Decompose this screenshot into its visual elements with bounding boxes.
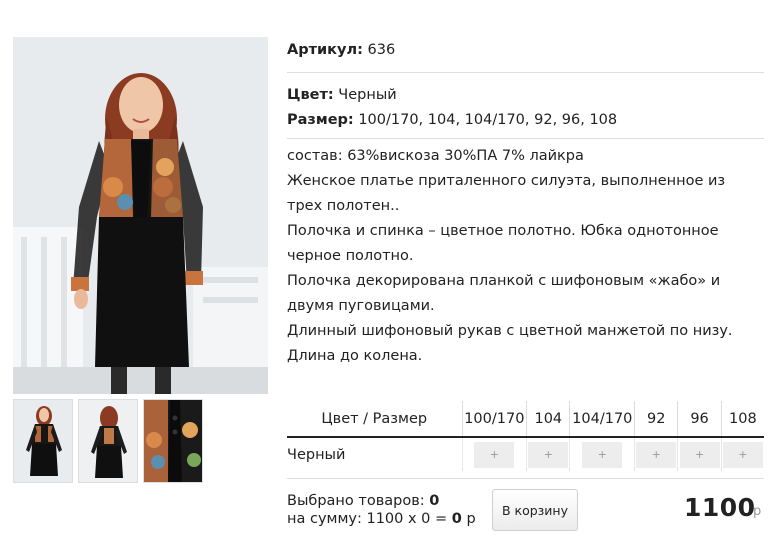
description-line: Длинный шифоновый рукав с цветной манжет… [287, 323, 733, 339]
add-size-104-button[interactable]: + [528, 441, 569, 468]
table-row: Черный + + + + + + [287, 437, 764, 471]
product-info: Артикул: 636 Цвет: Черный Размер: 100/17… [287, 37, 764, 369]
size-header-104: 104 [526, 401, 570, 438]
size-table-header: Цвет / Размер [287, 401, 462, 438]
description-line: Женское платье приталенного силуэта, вып… [287, 173, 726, 214]
size-label: Размер: [287, 112, 354, 128]
add-size-100-170-button[interactable]: + [474, 441, 515, 468]
selected-label: Выбрано товаров: [287, 493, 425, 509]
size-header-96: 96 [677, 401, 722, 438]
selected-count: 0 [429, 493, 440, 509]
add-size-92-button[interactable]: + [636, 441, 677, 468]
product-main-photo[interactable] [13, 37, 268, 394]
article-row: Артикул: 636 [287, 37, 764, 72]
description-line: Полочка декорирована планкой с шифоновым… [287, 273, 721, 314]
size-header-92: 92 [634, 401, 678, 438]
add-size-108-button[interactable]: + [722, 441, 763, 468]
currency-symbol: р [753, 504, 762, 519]
product-description: состав: 63%вискоза 30%ПА 7% лайкра Женск… [287, 139, 764, 369]
description-line: состав: 63%вискоза 30%ПА 7% лайкра [287, 148, 584, 164]
add-size-104-170-button[interactable]: + [582, 441, 623, 468]
sum-label: на сумму: 1100 х 0 = [287, 511, 448, 527]
add-size-96-button[interactable]: + [679, 441, 720, 468]
size-header-104-170: 104/170 [569, 401, 635, 438]
color-row: Цвет: Черный [287, 83, 764, 108]
size-header-108: 108 [720, 401, 764, 438]
color-value: Черный [338, 87, 397, 103]
divider [287, 478, 764, 479]
price: 1100 [684, 493, 756, 522]
description-line: Полочка и спинка – цветное полотно. Юбка… [287, 223, 719, 264]
article-value: 636 [367, 42, 396, 58]
article-label: Артикул: [287, 42, 363, 58]
row-color-label: Черный [287, 446, 346, 463]
order-summary: Выбрано товаров: 0 на сумму: 1100 х 0 = … [287, 492, 476, 528]
size-table: Цвет / Размер 100/170 104 104/170 92 96 … [287, 401, 764, 471]
sum-value: 0 [451, 511, 462, 527]
size-value: 100/170, 104, 104/170, 92, 96, 108 [358, 112, 618, 128]
thumbnail-back[interactable] [78, 399, 138, 483]
size-header-100-170: 100/170 [461, 401, 527, 438]
size-row: Размер: 100/170, 104, 104/170, 92, 96, 1… [287, 108, 764, 133]
thumbnail-strip [13, 399, 203, 483]
thumbnail-front[interactable] [13, 399, 73, 483]
description-line: Длина до колена. [287, 348, 423, 364]
add-to-cart-button[interactable]: В корзину [492, 489, 578, 531]
sum-currency: р [466, 511, 476, 527]
thumbnail-detail[interactable] [143, 399, 203, 483]
color-label: Цвет: [287, 87, 334, 103]
